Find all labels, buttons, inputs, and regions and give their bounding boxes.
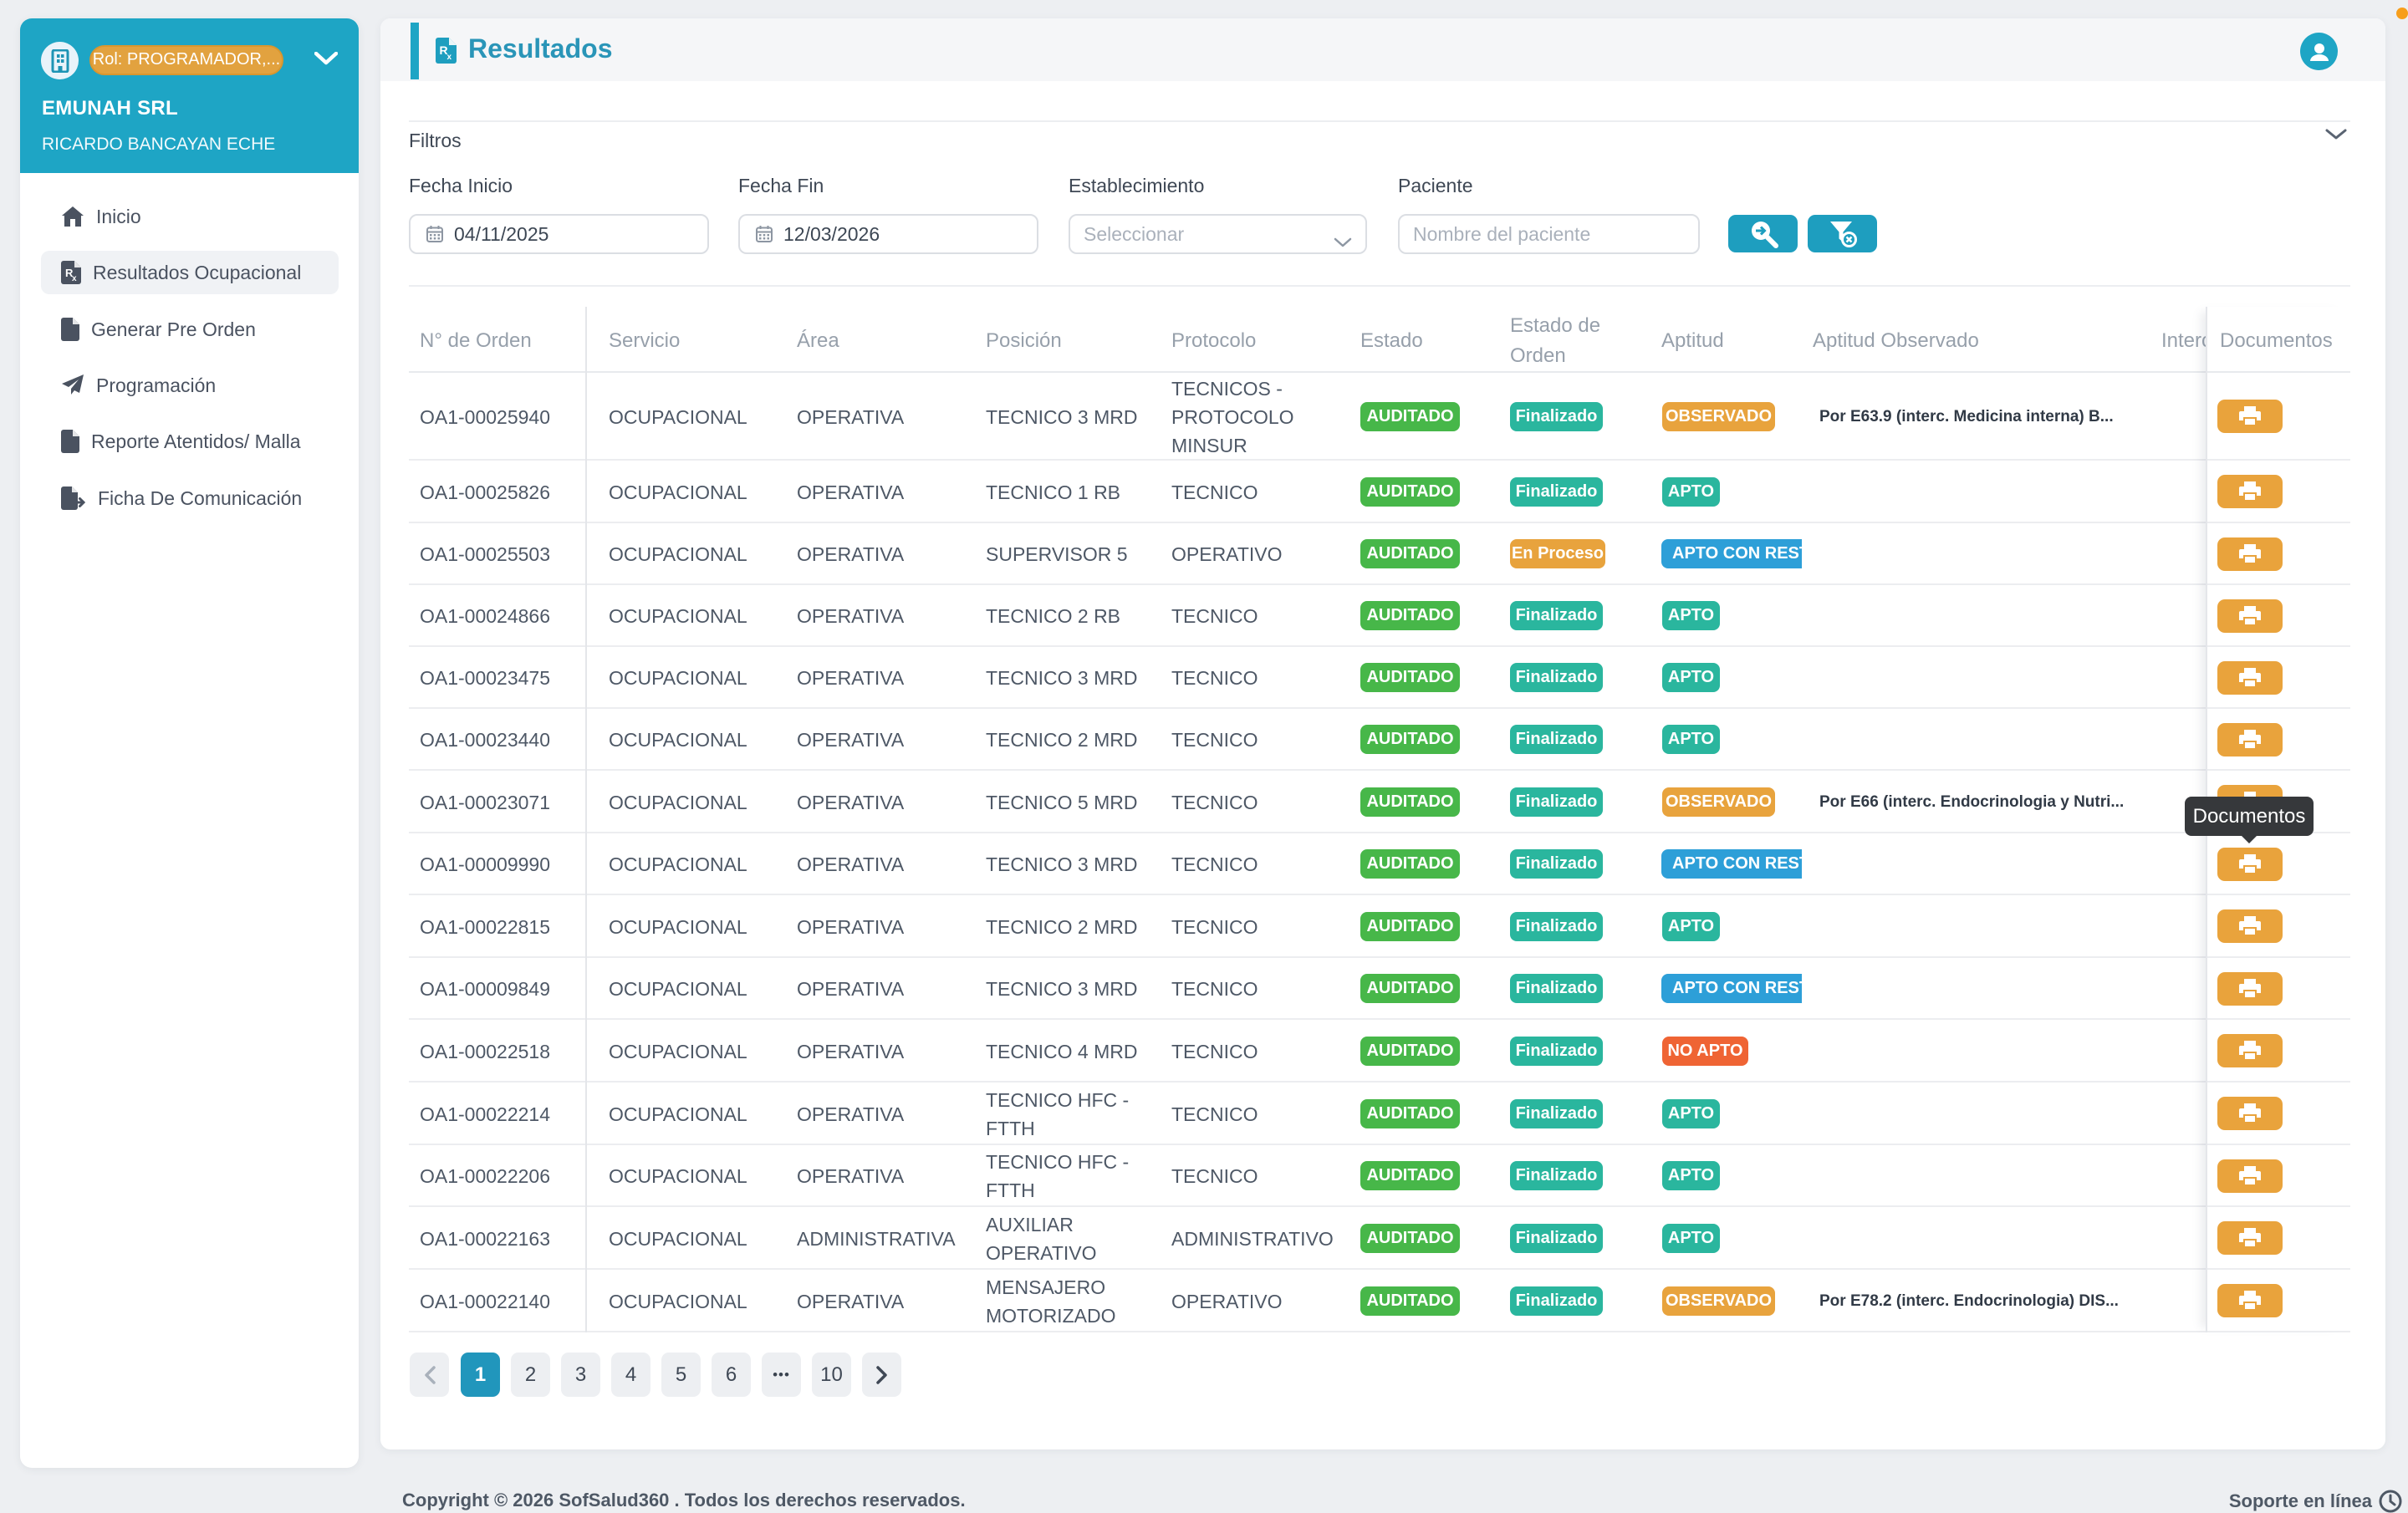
svg-text:x: x <box>447 53 452 62</box>
svg-text:x: x <box>72 274 77 283</box>
